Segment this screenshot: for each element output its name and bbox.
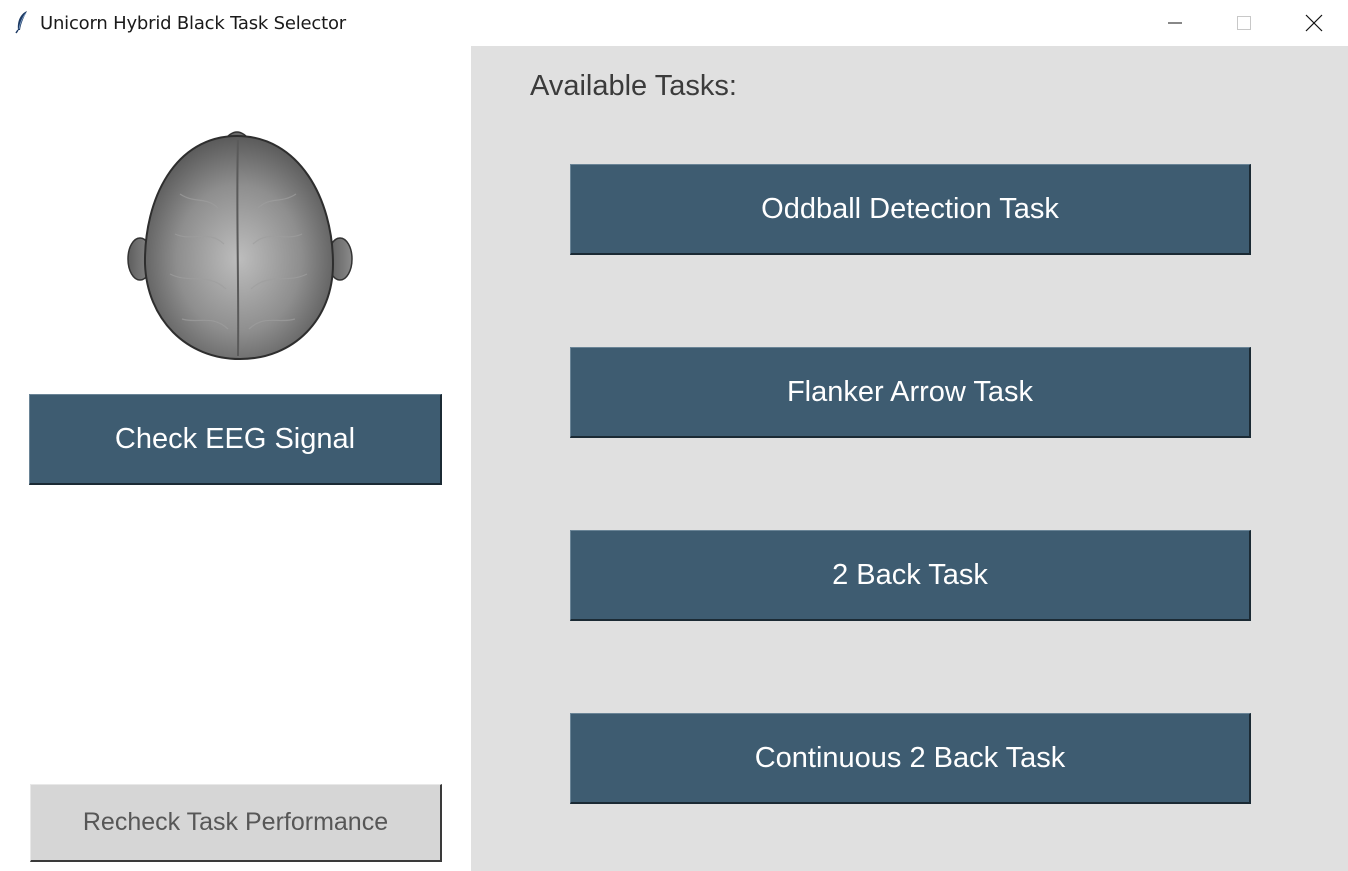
recheck-task-performance-button[interactable]: Recheck Task Performance <box>30 784 442 862</box>
feather-icon <box>14 10 30 34</box>
continuous-two-back-task-button[interactable]: Continuous 2 Back Task <box>570 713 1251 804</box>
title-bar: Unicorn Hybrid Black Task Selector <box>0 0 1348 46</box>
check-eeg-signal-button[interactable]: Check EEG Signal <box>29 394 442 485</box>
maximize-button[interactable] <box>1221 0 1267 46</box>
two-back-task-button[interactable]: 2 Back Task <box>570 530 1251 621</box>
window-title: Unicorn Hybrid Black Task Selector <box>40 13 347 34</box>
tasks-panel: Available Tasks: Oddball Detection Task … <box>471 46 1348 871</box>
close-icon <box>1305 14 1323 32</box>
available-tasks-heading: Available Tasks: <box>530 70 737 102</box>
minimize-icon <box>1168 22 1182 24</box>
close-button[interactable] <box>1291 0 1337 46</box>
left-panel: Check EEG Signal Recheck Task Performanc… <box>0 46 471 871</box>
minimize-button[interactable] <box>1152 0 1198 46</box>
flanker-arrow-task-button[interactable]: Flanker Arrow Task <box>570 347 1251 438</box>
maximize-icon <box>1237 16 1251 30</box>
oddball-detection-task-button[interactable]: Oddball Detection Task <box>570 164 1251 255</box>
head-top-view-image <box>120 124 360 364</box>
